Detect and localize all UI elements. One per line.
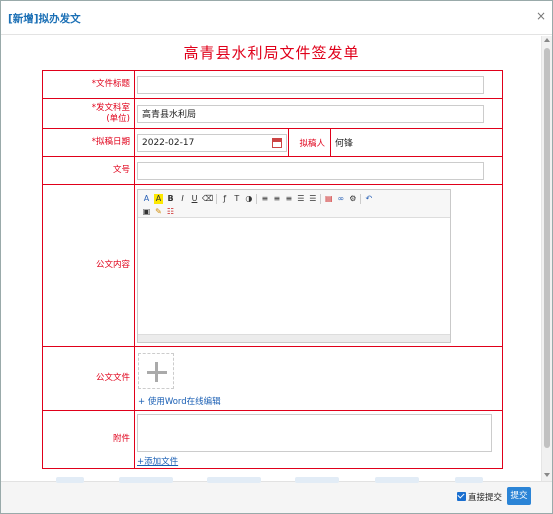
dept-label: *发文科室 (单位) [42,98,135,129]
font-size-icon[interactable]: T [232,194,241,204]
font-family-icon[interactable]: ƒ [220,194,229,204]
align-left-icon[interactable]: ≡ [260,194,269,204]
author-label: 拟稿人 [288,128,331,157]
toolbar-divider [320,193,322,204]
eraser-icon[interactable]: ⌫ [202,194,213,204]
hidden-button [56,477,84,483]
dialog-title: [新增]拟办发文 [8,13,81,25]
toolbar-divider [256,193,258,204]
word-online-edit-link[interactable]: + 使用Word在线编辑 [138,395,502,407]
signoff-form: *文件标题 *发文科室(单位) *拟稿日期 2022-02-17 拟稿人 何锋 … [42,70,503,469]
editor-toolbar: A A B I U ⌫ ƒ T ◑ ≡ ≡ ≡ ☰ ☰ ▤ ∞ ⚙ ↶ ▣ ✎ … [138,189,450,218]
date-input[interactable]: 2022-02-17 [137,133,287,152]
add-file-link[interactable]: +添加文件 [137,455,502,467]
direct-submit-label: 直接提交 [468,493,503,503]
dialog-content: 高青县水利局文件签发单 *文件标题 *发文科室(单位) *拟稿日期 2022-0… [1,36,542,481]
toolbar-divider [360,193,362,204]
hidden-button [119,477,173,483]
undo-icon[interactable]: ↶ [364,194,373,204]
italic-icon[interactable]: I [178,194,187,204]
format-paint-icon[interactable]: ◑ [244,194,253,204]
document-title: 高青县水利局文件签发单 [183,44,360,62]
edit-icon[interactable]: ✎ [154,207,163,217]
doc-number-label: 文号 [42,156,135,185]
author-value: 何锋 [330,128,503,157]
content-label: 公文内容 [42,184,135,347]
table-icon[interactable]: ☷ [166,207,175,217]
subject-label: *文件标题 [42,70,135,99]
upload-plus-icon[interactable] [138,353,174,389]
align-right-icon[interactable]: ≡ [284,194,293,204]
highlight-color-icon[interactable]: A [154,193,163,204]
underline-icon[interactable]: U [190,194,199,204]
attachment-label: 附件 [42,410,135,469]
vertical-scrollbar[interactable] [541,36,552,481]
insert-image-icon[interactable]: ▤ [324,194,333,204]
font-color-icon[interactable]: A [142,194,151,204]
align-center-icon[interactable]: ≡ [272,194,281,204]
hidden-button [375,477,419,483]
hidden-button [455,477,483,483]
editor-statusbar [138,333,450,342]
source-code-icon[interactable]: ▣ [142,207,151,217]
hidden-button [295,477,339,483]
link-icon[interactable]: ∞ [336,194,345,204]
scroll-down-arrow-icon[interactable] [544,473,550,477]
dialog-footer: 直接提交 提交 [1,477,552,513]
rich-text-editor[interactable]: A A B I U ⌫ ƒ T ◑ ≡ ≡ ≡ ☰ ☰ ▤ ∞ ⚙ ↶ ▣ ✎ … [137,188,451,343]
toolbar-divider [216,193,218,204]
scrollbar-thumb[interactable] [544,48,550,448]
attachment-textarea[interactable] [137,414,492,452]
dialog-title-bar: [新增]拟办发文 × [1,1,552,35]
unordered-list-icon[interactable]: ☰ [308,194,317,204]
doc-number-input[interactable] [137,161,484,180]
dept-input[interactable] [137,104,484,123]
subject-input[interactable] [137,75,484,94]
doc-file-label: 公文文件 [42,346,135,411]
close-icon[interactable]: × [536,10,546,22]
scroll-up-arrow-icon[interactable] [544,38,550,42]
date-label: *拟稿日期 [42,128,135,157]
direct-submit-checkbox[interactable] [457,492,466,501]
calendar-icon[interactable] [272,137,282,148]
dialog: [新增]拟办发文 × 高青县水利局文件签发单 *文件标题 *发文科室(单位) *… [0,0,553,514]
hidden-button [207,477,261,483]
bold-icon[interactable]: B [166,194,175,204]
submit-button[interactable]: 提交 [507,487,531,505]
ordered-list-icon[interactable]: ☰ [296,194,305,204]
settings-icon[interactable]: ⚙ [348,194,357,204]
